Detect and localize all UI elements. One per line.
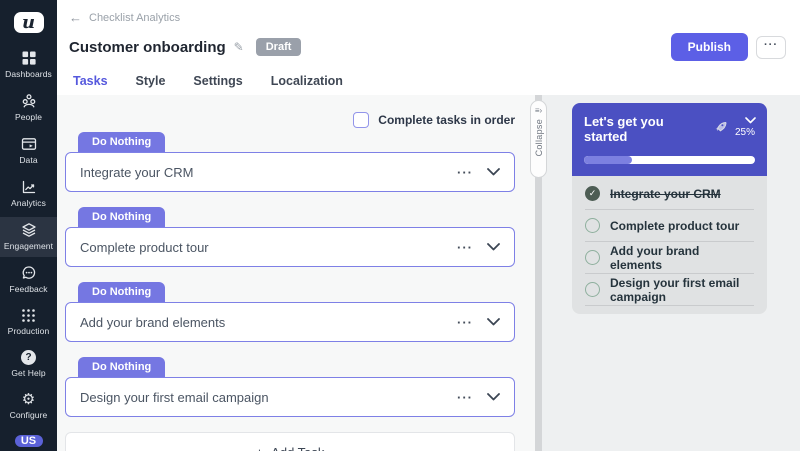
back-arrow-icon[interactable]: ←	[69, 10, 82, 25]
status-badge: Draft	[255, 38, 302, 56]
task-menu-icon[interactable]: ···	[457, 240, 473, 255]
task-card[interactable]: Complete product tour ···	[65, 227, 515, 267]
add-task-button[interactable]: + Add Task	[65, 432, 515, 451]
sidebar-item-label: Data	[19, 155, 38, 165]
sidebar-item-configure[interactable]: ⚙ Configure	[0, 387, 57, 426]
sidebar-item-dashboards[interactable]: Dashboards	[0, 45, 57, 85]
sidebar-item-feedback[interactable]: Feedback	[0, 260, 57, 300]
more-options-button[interactable]: ···	[756, 35, 786, 59]
sidebar-item-label: Dashboards	[5, 69, 52, 79]
sidebar-item-analytics[interactable]: Analytics	[0, 174, 57, 214]
analytics-icon	[21, 179, 37, 195]
chevron-down-icon[interactable]	[487, 168, 500, 176]
task-card[interactable]: Add your brand elements ···	[65, 302, 515, 342]
task-menu-icon[interactable]: ···	[457, 165, 473, 180]
task-title: Complete product tour	[80, 239, 209, 255]
checklist-title: Let's get you started	[584, 114, 664, 144]
feedback-icon	[21, 265, 37, 281]
checklist-item-label: Add your brand elements	[610, 243, 700, 272]
collapse-label: Collapse	[533, 119, 544, 157]
task-menu-icon[interactable]: ···	[457, 390, 473, 405]
checklist-item-label: Design your first email campaign	[610, 275, 740, 304]
progress-percent: 25%	[734, 127, 755, 138]
breadcrumb: ← Checklist Analytics	[69, 10, 786, 25]
circle-icon	[585, 282, 600, 297]
task-card[interactable]: Integrate your CRM ···	[65, 152, 515, 192]
task-block: Do Nothing Integrate your CRM ···	[65, 132, 515, 192]
sidebar-item-label: Production	[7, 326, 50, 336]
publish-button[interactable]: Publish	[670, 33, 748, 61]
sidebar-item-label: Analytics	[11, 198, 46, 208]
page-header: ← Checklist Analytics Customer onboardin…	[57, 0, 800, 100]
page-title: Customer onboarding	[69, 38, 226, 56]
engagement-icon	[21, 222, 37, 238]
collapse-handle[interactable]: ≡› Collapse	[530, 100, 547, 178]
checklist-item[interactable]: Complete product tour	[585, 210, 754, 242]
circle-icon	[585, 218, 600, 233]
main-area: ← Checklist Analytics Customer onboardin…	[57, 0, 800, 451]
rocket-icon	[714, 121, 727, 137]
app-window: u Dashboards People Data Analytics Engag…	[0, 0, 800, 451]
breadcrumb-label[interactable]: Checklist Analytics	[89, 12, 180, 24]
task-title: Design your first email campaign	[80, 389, 269, 405]
check-icon: ✓	[585, 186, 600, 201]
sidebar-item-data[interactable]: Data	[0, 131, 57, 171]
task-title: Add your brand elements	[80, 314, 226, 330]
checklist-item[interactable]: Design your first email campaign	[585, 274, 754, 306]
user-avatar[interactable]: US	[14, 435, 43, 447]
sidebar-item-label: People	[14, 112, 43, 122]
task-card[interactable]: Design your first email campaign ···	[65, 377, 515, 417]
task-menu-icon[interactable]: ···	[457, 315, 473, 330]
production-icon	[21, 308, 36, 323]
checklist-item[interactable]: Add your brand elements	[585, 242, 754, 274]
complete-in-order-checkbox[interactable]	[353, 112, 370, 128]
app-logo[interactable]: u	[13, 12, 44, 33]
task-action-badge[interactable]: Do Nothing	[78, 357, 166, 377]
sidebar-item-get-help[interactable]: ? Get Help	[0, 345, 57, 384]
task-block: Do Nothing Add your brand elements ···	[65, 282, 515, 342]
sidebar-item-people[interactable]: People	[0, 88, 57, 128]
chevron-down-icon[interactable]	[487, 318, 500, 326]
circle-icon	[585, 250, 600, 265]
progress-bar	[584, 156, 755, 164]
complete-in-order-label: Complete tasks in order	[378, 113, 515, 127]
task-block: Do Nothing Design your first email campa…	[65, 357, 515, 417]
edit-pencil-icon[interactable]: ✎	[234, 40, 244, 54]
panel-divider[interactable]: ≡› Collapse	[530, 95, 547, 451]
progress-fill	[584, 156, 632, 164]
sidebar: u Dashboards People Data Analytics Engag…	[0, 0, 57, 451]
checklist-items: ✓ Integrate your CRM Complete product to…	[572, 176, 767, 314]
people-icon	[21, 93, 37, 109]
sidebar-item-engagement[interactable]: Engagement	[0, 217, 57, 257]
sidebar-item-label: Feedback	[9, 284, 48, 294]
tasks-panel: Complete tasks in order Do Nothing Integ…	[57, 95, 535, 451]
preview-panel: Let's get you started 25% ✓ Integrate yo…	[542, 95, 800, 451]
add-task-label: Add Task	[271, 445, 324, 451]
chevron-down-icon[interactable]	[487, 243, 500, 251]
gear-icon: ⚙	[21, 391, 36, 408]
checklist-item-label: Complete product tour	[610, 218, 740, 233]
drag-handle-icon: ≡›	[534, 106, 543, 115]
checklist-header: Let's get you started 25%	[572, 103, 767, 176]
help-icon: ?	[21, 350, 36, 365]
chevron-down-icon[interactable]	[487, 393, 500, 401]
sidebar-item-label: Engagement	[3, 241, 54, 251]
data-icon	[21, 136, 37, 152]
dashboards-icon	[21, 50, 37, 66]
task-title: Integrate your CRM	[80, 164, 194, 180]
checklist-preview-widget: Let's get you started 25% ✓ Integrate yo…	[572, 103, 767, 314]
task-action-badge[interactable]: Do Nothing	[78, 207, 166, 227]
sidebar-item-label: Configure	[9, 410, 48, 420]
task-block: Do Nothing Complete product tour ···	[65, 207, 515, 267]
plus-icon: +	[256, 445, 264, 451]
sidebar-item-label: Get Help	[11, 368, 46, 378]
task-action-badge[interactable]: Do Nothing	[78, 282, 166, 302]
checklist-item[interactable]: ✓ Integrate your CRM	[585, 178, 754, 210]
checklist-item-label: Integrate your CRM	[610, 186, 721, 201]
sidebar-item-production[interactable]: Production	[0, 303, 57, 342]
task-action-badge[interactable]: Do Nothing	[78, 132, 166, 152]
